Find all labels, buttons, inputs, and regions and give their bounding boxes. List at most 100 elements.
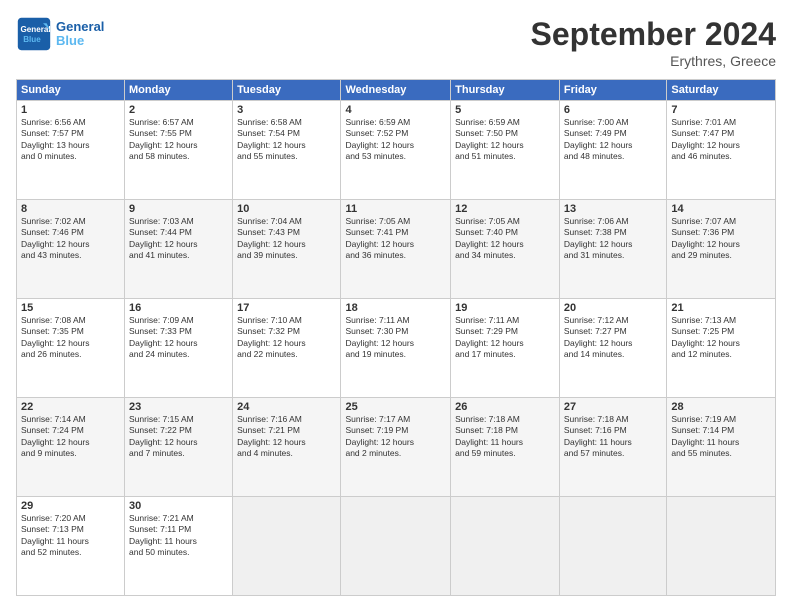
day-number: 1 xyxy=(21,104,120,116)
calendar-week-row: 22Sunrise: 7:14 AM Sunset: 7:24 PM Dayli… xyxy=(17,398,776,497)
calendar-cell: 12Sunrise: 7:05 AM Sunset: 7:40 PM Dayli… xyxy=(451,200,560,299)
day-number: 2 xyxy=(129,104,228,116)
calendar-week-row: 29Sunrise: 7:20 AM Sunset: 7:13 PM Dayli… xyxy=(17,497,776,596)
day-info: Sunrise: 7:02 AM Sunset: 7:46 PM Dayligh… xyxy=(21,216,120,262)
calendar-cell: 14Sunrise: 7:07 AM Sunset: 7:36 PM Dayli… xyxy=(667,200,776,299)
day-number: 13 xyxy=(564,203,662,215)
day-number: 22 xyxy=(21,401,120,413)
calendar-cell: 16Sunrise: 7:09 AM Sunset: 7:33 PM Dayli… xyxy=(125,299,233,398)
day-info: Sunrise: 7:11 AM Sunset: 7:30 PM Dayligh… xyxy=(345,315,446,361)
calendar-week-row: 15Sunrise: 7:08 AM Sunset: 7:35 PM Dayli… xyxy=(17,299,776,398)
col-tuesday: Tuesday xyxy=(233,80,341,101)
calendar-cell: 30Sunrise: 7:21 AM Sunset: 7:11 PM Dayli… xyxy=(125,497,233,596)
day-number: 12 xyxy=(455,203,555,215)
day-number: 5 xyxy=(455,104,555,116)
day-info: Sunrise: 7:01 AM Sunset: 7:47 PM Dayligh… xyxy=(671,117,771,163)
calendar-cell: 22Sunrise: 7:14 AM Sunset: 7:24 PM Dayli… xyxy=(17,398,125,497)
calendar-cell: 4Sunrise: 6:59 AM Sunset: 7:52 PM Daylig… xyxy=(341,101,451,200)
calendar-cell: 10Sunrise: 7:04 AM Sunset: 7:43 PM Dayli… xyxy=(233,200,341,299)
calendar-cell: 24Sunrise: 7:16 AM Sunset: 7:21 PM Dayli… xyxy=(233,398,341,497)
day-number: 30 xyxy=(129,500,228,512)
calendar-cell: 20Sunrise: 7:12 AM Sunset: 7:27 PM Dayli… xyxy=(559,299,666,398)
location: Erythres, Greece xyxy=(531,53,776,69)
day-info: Sunrise: 7:21 AM Sunset: 7:11 PM Dayligh… xyxy=(129,513,228,559)
day-number: 24 xyxy=(237,401,336,413)
day-info: Sunrise: 6:59 AM Sunset: 7:52 PM Dayligh… xyxy=(345,117,446,163)
day-number: 25 xyxy=(345,401,446,413)
calendar-table: Sunday Monday Tuesday Wednesday Thursday… xyxy=(16,79,776,596)
header: General Blue General Blue September 2024… xyxy=(16,16,776,69)
calendar-cell: 2Sunrise: 6:57 AM Sunset: 7:55 PM Daylig… xyxy=(125,101,233,200)
calendar-header-row: Sunday Monday Tuesday Wednesday Thursday… xyxy=(17,80,776,101)
calendar-cell: 23Sunrise: 7:15 AM Sunset: 7:22 PM Dayli… xyxy=(125,398,233,497)
day-number: 7 xyxy=(671,104,771,116)
day-info: Sunrise: 7:13 AM Sunset: 7:25 PM Dayligh… xyxy=(671,315,771,361)
day-number: 6 xyxy=(564,104,662,116)
title-block: September 2024 Erythres, Greece xyxy=(531,16,776,69)
calendar-cell: 17Sunrise: 7:10 AM Sunset: 7:32 PM Dayli… xyxy=(233,299,341,398)
day-info: Sunrise: 6:58 AM Sunset: 7:54 PM Dayligh… xyxy=(237,117,336,163)
day-number: 8 xyxy=(21,203,120,215)
day-number: 16 xyxy=(129,302,228,314)
calendar-cell: 5Sunrise: 6:59 AM Sunset: 7:50 PM Daylig… xyxy=(451,101,560,200)
day-number: 29 xyxy=(21,500,120,512)
day-info: Sunrise: 6:56 AM Sunset: 7:57 PM Dayligh… xyxy=(21,117,120,163)
col-saturday: Saturday xyxy=(667,80,776,101)
day-info: Sunrise: 7:03 AM Sunset: 7:44 PM Dayligh… xyxy=(129,216,228,262)
calendar-cell xyxy=(559,497,666,596)
logo-text-blue: Blue xyxy=(56,34,104,48)
day-info: Sunrise: 7:19 AM Sunset: 7:14 PM Dayligh… xyxy=(671,414,771,460)
day-number: 28 xyxy=(671,401,771,413)
calendar-cell xyxy=(341,497,451,596)
calendar-cell: 9Sunrise: 7:03 AM Sunset: 7:44 PM Daylig… xyxy=(125,200,233,299)
day-info: Sunrise: 7:07 AM Sunset: 7:36 PM Dayligh… xyxy=(671,216,771,262)
day-number: 21 xyxy=(671,302,771,314)
calendar-cell: 1Sunrise: 6:56 AM Sunset: 7:57 PM Daylig… xyxy=(17,101,125,200)
svg-text:Blue: Blue xyxy=(23,35,41,44)
calendar-cell: 3Sunrise: 6:58 AM Sunset: 7:54 PM Daylig… xyxy=(233,101,341,200)
day-info: Sunrise: 7:06 AM Sunset: 7:38 PM Dayligh… xyxy=(564,216,662,262)
day-info: Sunrise: 7:10 AM Sunset: 7:32 PM Dayligh… xyxy=(237,315,336,361)
calendar-cell: 19Sunrise: 7:11 AM Sunset: 7:29 PM Dayli… xyxy=(451,299,560,398)
calendar-cell: 7Sunrise: 7:01 AM Sunset: 7:47 PM Daylig… xyxy=(667,101,776,200)
day-info: Sunrise: 6:59 AM Sunset: 7:50 PM Dayligh… xyxy=(455,117,555,163)
day-info: Sunrise: 7:11 AM Sunset: 7:29 PM Dayligh… xyxy=(455,315,555,361)
calendar-cell: 25Sunrise: 7:17 AM Sunset: 7:19 PM Dayli… xyxy=(341,398,451,497)
day-number: 10 xyxy=(237,203,336,215)
day-info: Sunrise: 7:18 AM Sunset: 7:18 PM Dayligh… xyxy=(455,414,555,460)
day-info: Sunrise: 7:20 AM Sunset: 7:13 PM Dayligh… xyxy=(21,513,120,559)
day-number: 4 xyxy=(345,104,446,116)
logo-icon: General Blue xyxy=(16,16,52,52)
calendar-cell xyxy=(451,497,560,596)
calendar-week-row: 8Sunrise: 7:02 AM Sunset: 7:46 PM Daylig… xyxy=(17,200,776,299)
calendar-week-row: 1Sunrise: 6:56 AM Sunset: 7:57 PM Daylig… xyxy=(17,101,776,200)
calendar-cell: 13Sunrise: 7:06 AM Sunset: 7:38 PM Dayli… xyxy=(559,200,666,299)
logo: General Blue General Blue xyxy=(16,16,104,52)
calendar-cell: 8Sunrise: 7:02 AM Sunset: 7:46 PM Daylig… xyxy=(17,200,125,299)
day-number: 11 xyxy=(345,203,446,215)
calendar-cell: 27Sunrise: 7:18 AM Sunset: 7:16 PM Dayli… xyxy=(559,398,666,497)
day-number: 18 xyxy=(345,302,446,314)
logo-text-general: General xyxy=(56,20,104,34)
day-number: 17 xyxy=(237,302,336,314)
calendar-cell: 29Sunrise: 7:20 AM Sunset: 7:13 PM Dayli… xyxy=(17,497,125,596)
calendar-cell: 6Sunrise: 7:00 AM Sunset: 7:49 PM Daylig… xyxy=(559,101,666,200)
day-number: 23 xyxy=(129,401,228,413)
calendar-cell: 26Sunrise: 7:18 AM Sunset: 7:18 PM Dayli… xyxy=(451,398,560,497)
day-info: Sunrise: 7:18 AM Sunset: 7:16 PM Dayligh… xyxy=(564,414,662,460)
day-info: Sunrise: 6:57 AM Sunset: 7:55 PM Dayligh… xyxy=(129,117,228,163)
day-number: 9 xyxy=(129,203,228,215)
calendar-cell xyxy=(667,497,776,596)
day-number: 27 xyxy=(564,401,662,413)
col-friday: Friday xyxy=(559,80,666,101)
col-thursday: Thursday xyxy=(451,80,560,101)
day-number: 19 xyxy=(455,302,555,314)
calendar-cell: 28Sunrise: 7:19 AM Sunset: 7:14 PM Dayli… xyxy=(667,398,776,497)
day-info: Sunrise: 7:16 AM Sunset: 7:21 PM Dayligh… xyxy=(237,414,336,460)
day-info: Sunrise: 7:14 AM Sunset: 7:24 PM Dayligh… xyxy=(21,414,120,460)
day-number: 3 xyxy=(237,104,336,116)
day-number: 15 xyxy=(21,302,120,314)
day-info: Sunrise: 7:17 AM Sunset: 7:19 PM Dayligh… xyxy=(345,414,446,460)
day-info: Sunrise: 7:00 AM Sunset: 7:49 PM Dayligh… xyxy=(564,117,662,163)
calendar-cell xyxy=(233,497,341,596)
